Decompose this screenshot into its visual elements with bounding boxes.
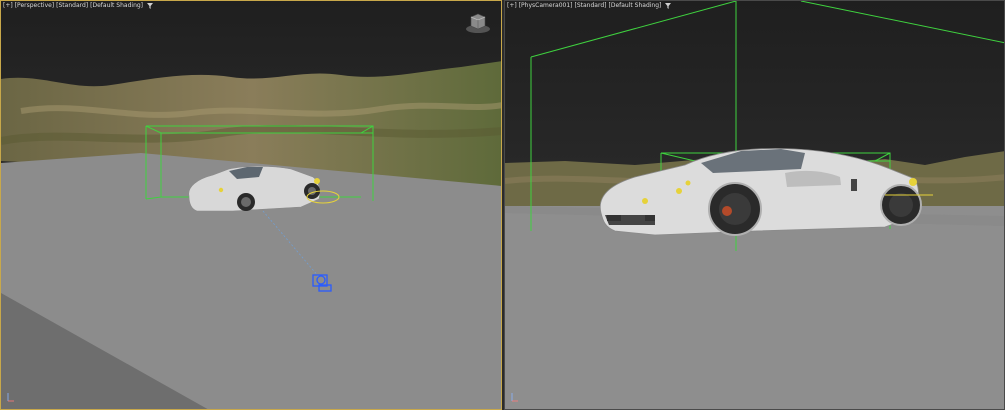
viewport-shading[interactable]: [Default Shading]: [90, 2, 143, 9]
viewport-label-right: [+] [PhysCamera001] [Standard] [Default Sha…: [507, 2, 672, 9]
viewport-menu[interactable]: [+]: [507, 2, 517, 9]
viewcube-icon[interactable]: [465, 11, 491, 35]
viewport-shading-mode[interactable]: [Standard]: [56, 2, 88, 9]
viewport-shading-mode[interactable]: [Standard]: [575, 2, 607, 9]
ground-plane: [505, 206, 1004, 409]
viewport-view-name[interactable]: [Perspective]: [15, 2, 54, 9]
viewport-camera[interactable]: [+] [PhysCamera001] [Standard] [Default Sha…: [504, 0, 1005, 410]
perspective-scene[interactable]: [1, 1, 502, 410]
viewport-label-left: [+] [Perspective] [Standard] [Default Shadi…: [3, 2, 153, 9]
axis-tripod-icon: [7, 393, 14, 402]
funnel-icon[interactable]: [665, 2, 672, 9]
camera-scene[interactable]: [505, 1, 1005, 410]
viewport-view-name[interactable]: [PhysCamera001]: [519, 2, 573, 9]
axis-tripod-icon: [511, 393, 518, 402]
viewport-menu[interactable]: [+]: [3, 2, 13, 9]
funnel-icon[interactable]: [146, 2, 153, 9]
viewport-perspective[interactable]: [+] [Perspective] [Standard] [Default Shadi…: [0, 0, 502, 410]
viewport-shading[interactable]: [Default Shading]: [608, 2, 661, 9]
